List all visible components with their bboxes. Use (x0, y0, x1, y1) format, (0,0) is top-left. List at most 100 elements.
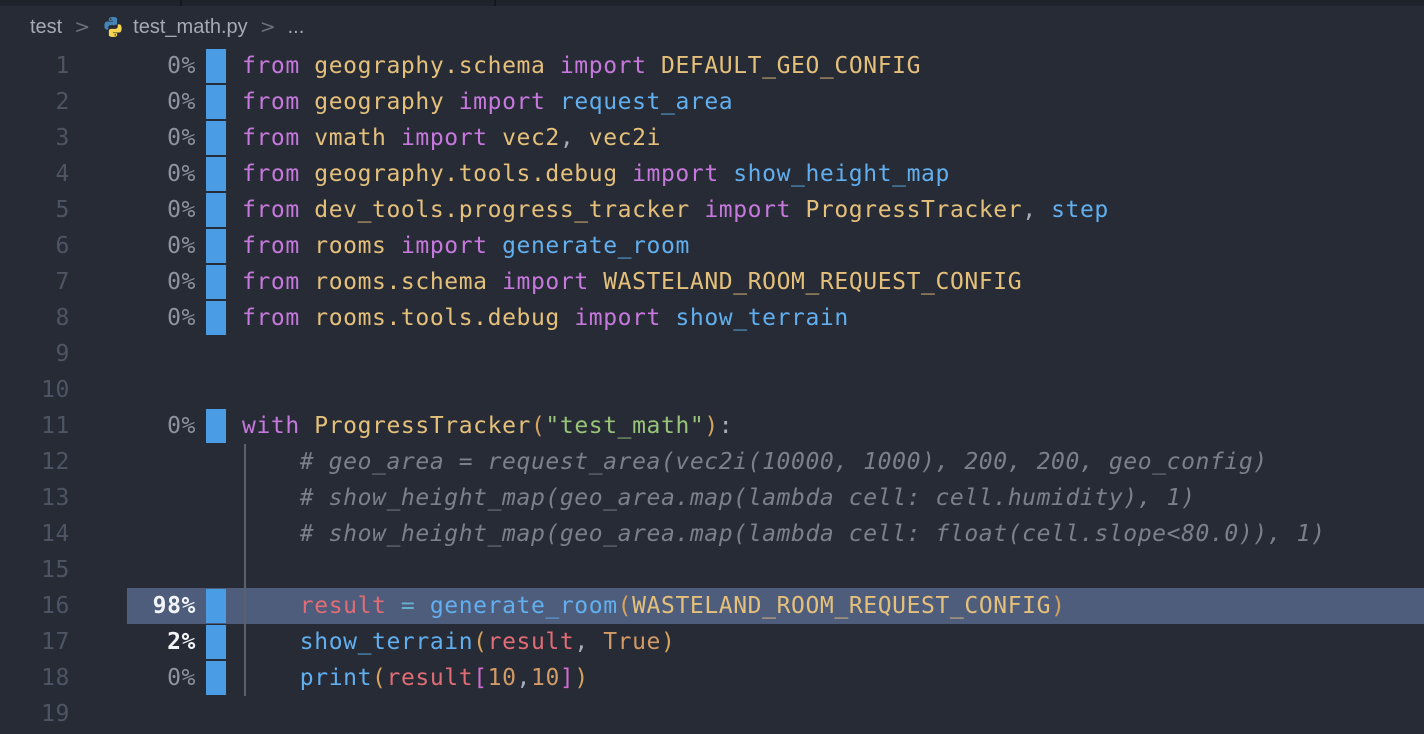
gutter-bar-slot (196, 156, 226, 192)
breadcrumb-folder-label: test (30, 16, 62, 39)
line-number[interactable]: 9 (0, 336, 70, 372)
code-line[interactable]: 30% from vmath import vec2, vec2i (0, 120, 1424, 156)
code-text[interactable] (226, 336, 1424, 372)
code-lines: 10%from geography.schema import DEFAULT_… (0, 48, 1424, 732)
code-text[interactable]: from rooms import generate_room (226, 228, 1424, 264)
profiler-percent: 0% (70, 156, 196, 192)
code-line[interactable]: 110% with ProgressTracker("test_math"): (0, 408, 1424, 444)
token-mod: rooms (314, 233, 401, 259)
token-mod: dev_tools.progress_tracker (314, 197, 704, 223)
token-pln (242, 593, 300, 619)
line-number[interactable]: 8 (0, 300, 70, 336)
profiler-percent: 0% (70, 120, 196, 156)
profiler-percent (70, 696, 196, 732)
line-number[interactable]: 2 (0, 84, 70, 120)
code-text[interactable]: print(result[10,10]) (226, 660, 1424, 696)
line-number[interactable]: 18 (0, 660, 70, 696)
breadcrumb-file[interactable]: test_math.py (102, 16, 248, 39)
code-text[interactable]: show_terrain(result, True) (226, 624, 1424, 660)
code-line[interactable]: 70%from rooms.schema import WASTELAND_RO… (0, 264, 1424, 300)
code-text[interactable]: from geography.schema import DEFAULT_GEO… (226, 48, 1424, 84)
token-kw: import (704, 197, 805, 223)
code-line[interactable]: 13 # show_height_map(geo_area.map(lambda… (0, 480, 1424, 516)
line-number[interactable]: 10 (0, 372, 70, 408)
code-line[interactable]: 180% print(result[10,10]) (0, 660, 1424, 696)
code-text[interactable]: from rooms.tools.debug import show_terra… (226, 300, 1424, 336)
token-fn: generate_room (502, 233, 690, 259)
line-number[interactable]: 15 (0, 552, 70, 588)
code-line[interactable]: 15 (0, 552, 1424, 588)
code-line[interactable]: 9 (0, 336, 1424, 372)
code-text[interactable]: from rooms.schema import WASTELAND_ROOM_… (226, 264, 1424, 300)
token-mod: ProgressTracker (314, 413, 531, 439)
code-line[interactable]: 40% from geography.tools.debug import sho… (0, 156, 1424, 192)
code-line[interactable]: 172% show_terrain(result, True) (0, 624, 1424, 660)
token-mod: rooms.schema (314, 269, 502, 295)
code-line[interactable]: 12 # geo_area = request_area(vec2i(10000… (0, 444, 1424, 480)
gutter-bar-slot (196, 300, 226, 336)
profiler-bar (206, 301, 226, 335)
code-text[interactable] (226, 696, 1424, 732)
code-text[interactable]: from vmath import vec2, vec2i (226, 120, 1424, 156)
code-text[interactable]: from geography.tools.debug import show_h… (226, 156, 1424, 192)
line-number[interactable]: 7 (0, 264, 70, 300)
code-text[interactable]: # show_height_map(geo_area.map(lambda ce… (226, 480, 1424, 516)
line-number[interactable]: 17 (0, 624, 70, 660)
token-mod: geography (314, 89, 458, 115)
token-fn: show_terrain (675, 305, 848, 331)
chevron-right-icon: > (260, 16, 276, 38)
gutter-bar-slot (196, 588, 226, 624)
line-number[interactable]: 16 (0, 588, 70, 624)
code-line[interactable]: 80%from rooms.tools.debug import show_te… (0, 300, 1424, 336)
code-text[interactable]: with ProgressTracker("test_math"): (226, 408, 1424, 444)
code-text[interactable]: from geography import request_area (226, 84, 1424, 120)
code-line[interactable]: 14 # show_height_map(geo_area.map(lambda… (0, 516, 1424, 552)
line-number[interactable]: 19 (0, 696, 70, 732)
profiler-percent: 0% (70, 408, 196, 444)
code-line[interactable]: 19 (0, 696, 1424, 732)
profiler-percent (70, 372, 196, 408)
code-line[interactable]: 50%from dev_tools.progress_tracker impor… (0, 192, 1424, 228)
token-mod: rooms.tools.debug (314, 305, 574, 331)
token-kw: import (459, 89, 560, 115)
code-line[interactable]: 1698% result = generate_room(WASTELAND_R… (0, 588, 1424, 624)
token-mod: geography.tools.debug (314, 161, 632, 187)
gutter-bar-slot (196, 84, 226, 120)
line-number[interactable]: 12 (0, 444, 70, 480)
gutter-bar-slot (196, 192, 226, 228)
gutter-bar-slot (196, 552, 226, 588)
token-fn: print (300, 665, 372, 691)
code-line[interactable]: 10%from geography.schema import DEFAULT_… (0, 48, 1424, 84)
line-number[interactable]: 11 (0, 408, 70, 444)
token-kw: from (242, 269, 314, 295)
token-fn: request_area (560, 89, 733, 115)
line-number[interactable]: 3 (0, 120, 70, 156)
token-num: 10 (531, 665, 560, 691)
token-b1: ) (1051, 593, 1065, 619)
profiler-percent (70, 480, 196, 516)
code-text[interactable] (226, 372, 1424, 408)
profiler-bar (206, 193, 226, 227)
code-text[interactable]: from dev_tools.progress_tracker import P… (226, 192, 1424, 228)
code-line[interactable]: 20%from geography import request_area (0, 84, 1424, 120)
token-b1: ( (372, 665, 386, 691)
breadcrumb-folder[interactable]: test (30, 16, 62, 39)
line-number[interactable]: 6 (0, 228, 70, 264)
token-cm: # geo_area = request_area(vec2i(10000, 1… (242, 449, 1268, 475)
code-text[interactable] (226, 552, 1424, 588)
token-b1: ( (618, 593, 632, 619)
token-kw: from (242, 53, 314, 79)
code-line[interactable]: 60%from rooms import generate_room (0, 228, 1424, 264)
code-editor[interactable]: 10%from geography.schema import DEFAULT_… (0, 48, 1424, 734)
code-text[interactable]: # show_height_map(geo_area.map(lambda ce… (226, 516, 1424, 552)
line-number[interactable]: 13 (0, 480, 70, 516)
line-number[interactable]: 4 (0, 156, 70, 192)
breadcrumb-symbol[interactable]: ... (288, 16, 305, 39)
code-text[interactable]: # geo_area = request_area(vec2i(10000, 1… (226, 444, 1424, 480)
code-text[interactable]: result = generate_room(WASTELAND_ROOM_RE… (226, 588, 1424, 624)
line-number[interactable]: 5 (0, 192, 70, 228)
profiler-percent (70, 552, 196, 588)
line-number[interactable]: 14 (0, 516, 70, 552)
line-number[interactable]: 1 (0, 48, 70, 84)
code-line[interactable]: 10 (0, 372, 1424, 408)
